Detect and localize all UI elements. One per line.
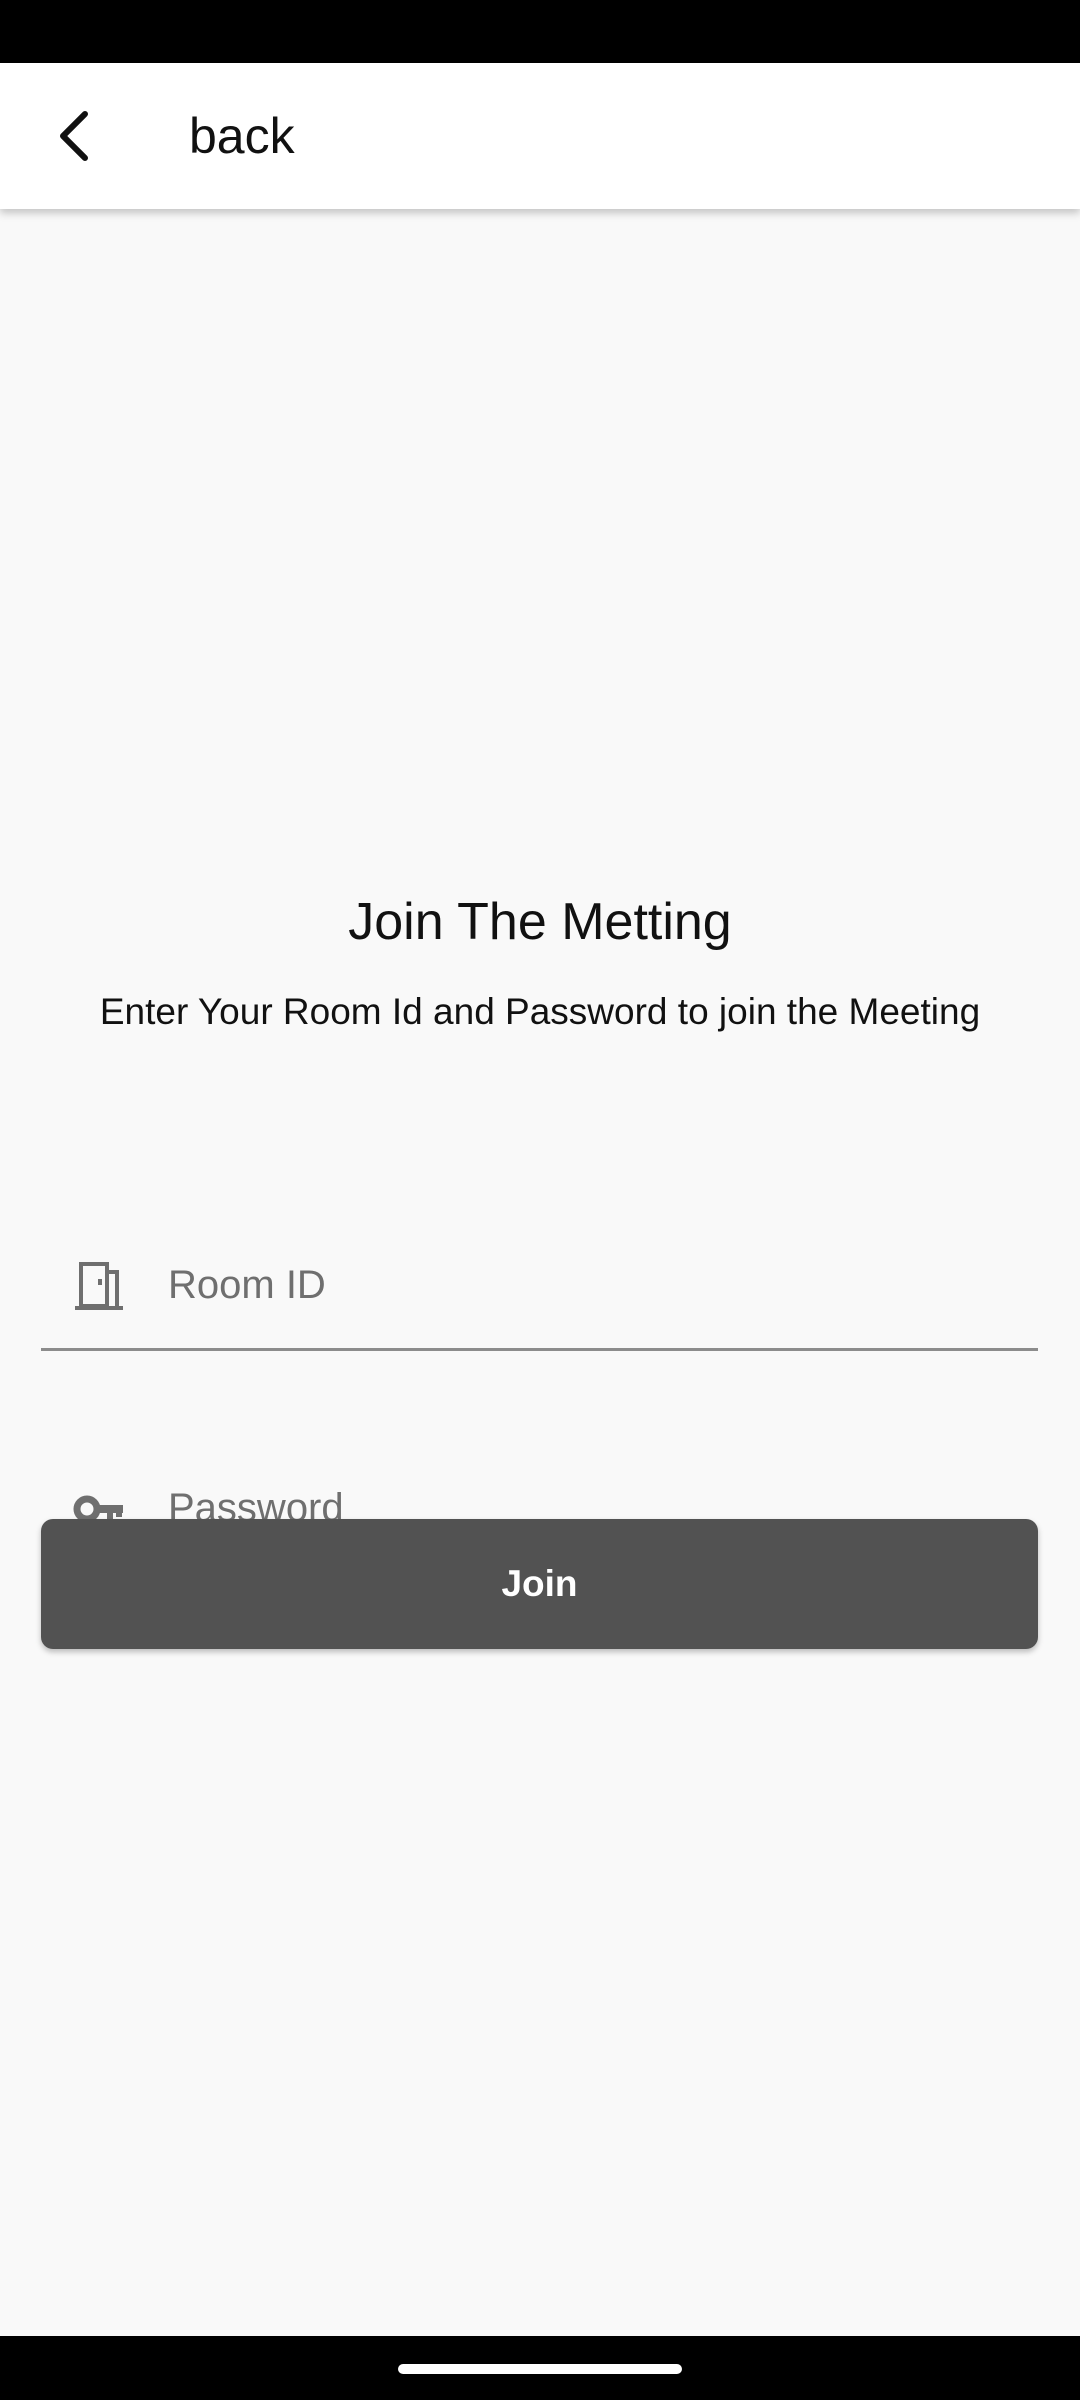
app-bar-title[interactable]: back <box>189 63 295 209</box>
navigation-bar <box>0 2336 1080 2400</box>
chevron-left-icon <box>60 111 88 161</box>
home-indicator[interactable] <box>398 2364 682 2374</box>
page-title: Join The Metting <box>348 893 732 951</box>
room-id-input[interactable] <box>168 1250 1018 1320</box>
back-button[interactable] <box>30 91 120 181</box>
app-bar: back <box>0 63 1080 209</box>
room-id-field[interactable] <box>41 1228 1038 1351</box>
door-icon <box>75 1262 123 1310</box>
join-button[interactable]: Join <box>41 1519 1038 1649</box>
join-meeting-form: Join The Metting Enter Your Room Id and … <box>0 209 1080 2336</box>
status-bar <box>0 0 1080 63</box>
page-subtitle: Enter Your Room Id and Password to join … <box>99 991 981 1032</box>
